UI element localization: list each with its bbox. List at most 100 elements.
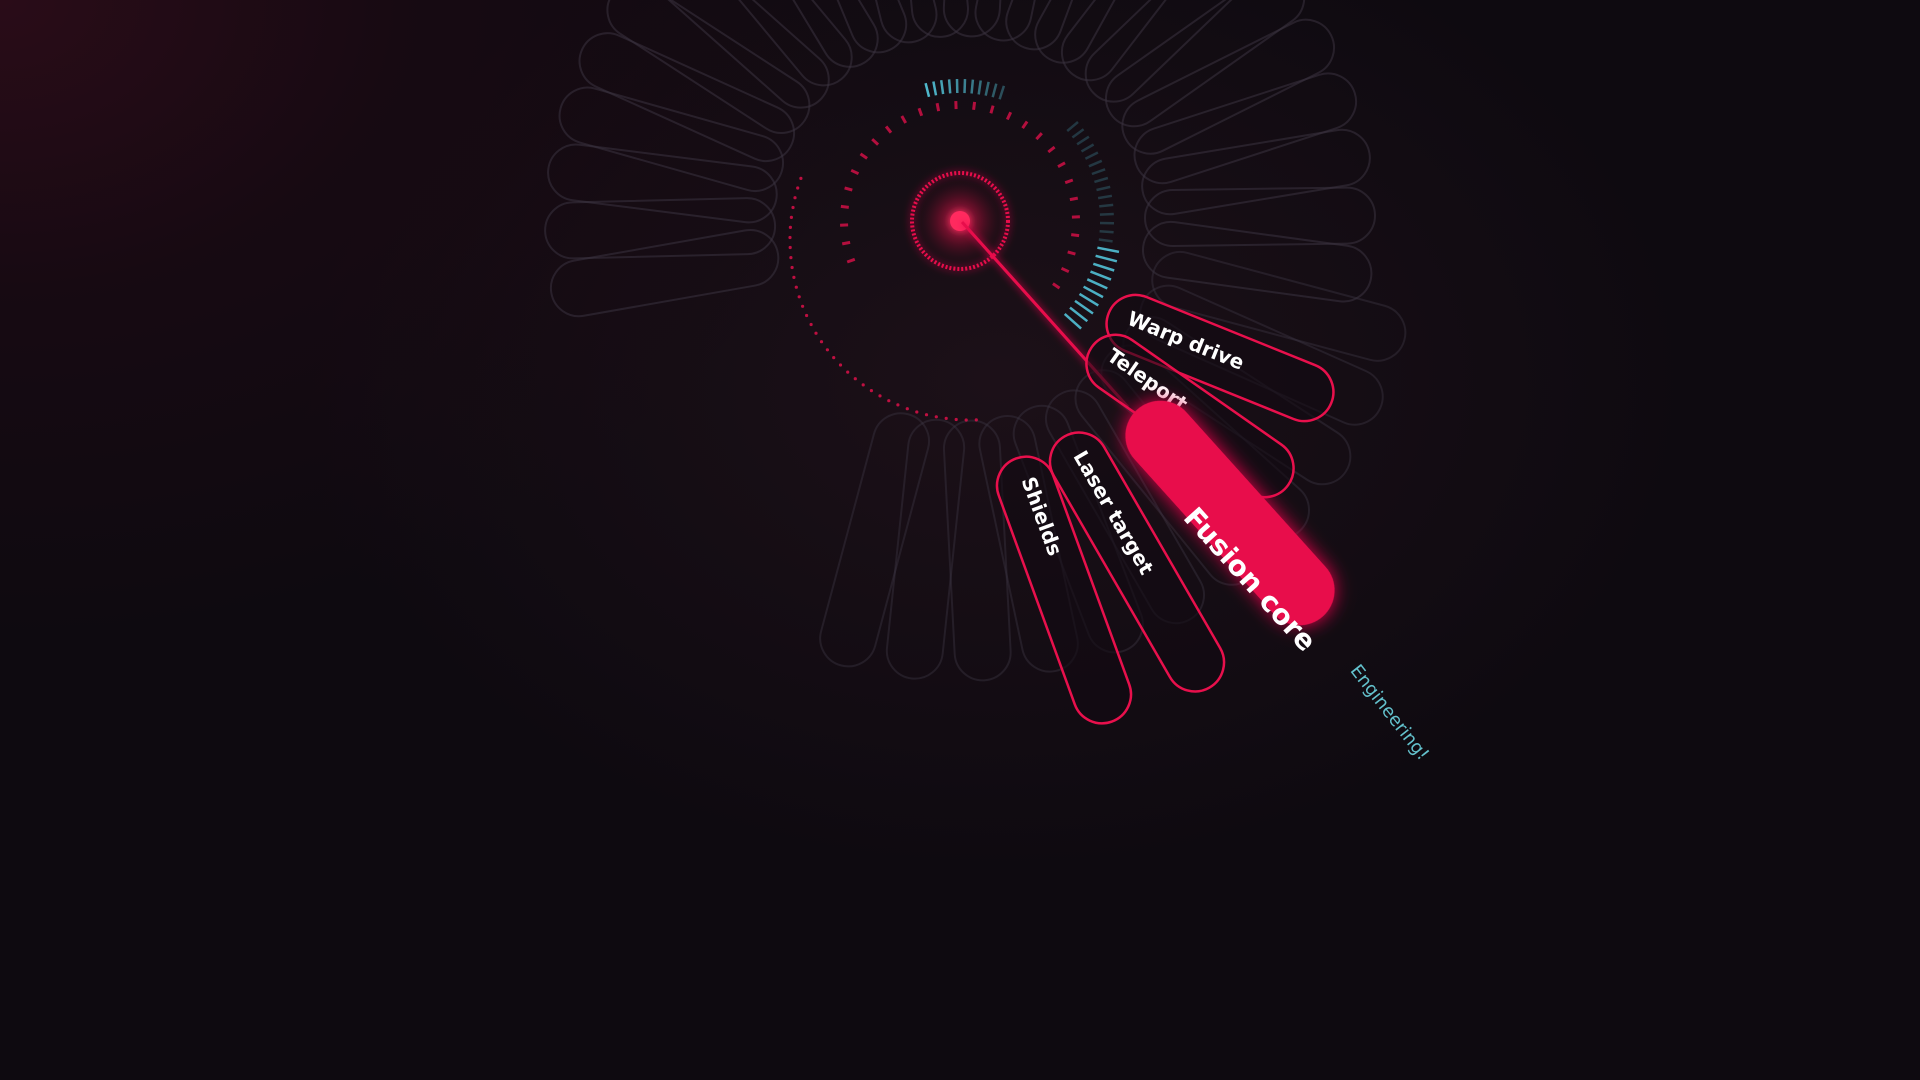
ghost-petal: [558, 86, 785, 192]
status-label: Engineering!: [1346, 661, 1433, 765]
ghost-petal: [1034, 0, 1177, 64]
ghost-petal-outline: [819, 412, 930, 668]
ghost-petal-outline: [782, 0, 908, 54]
dial-tick: [846, 257, 856, 264]
ghost-petal: [1060, 0, 1226, 82]
dial-tick: [844, 186, 853, 192]
dial-tick: [1052, 282, 1061, 290]
dial-tick: [1060, 266, 1070, 274]
dotted-arc-dot: [809, 322, 813, 327]
ghost-petal: [549, 228, 780, 318]
ghost-petal: [1142, 220, 1373, 303]
dial-tick: [1064, 178, 1074, 185]
dial-tick: [884, 125, 893, 134]
dotted-arc-dot: [846, 370, 850, 374]
dial-tick: [1021, 120, 1029, 129]
dial-tick: [871, 138, 880, 146]
dotted-arc-dot: [805, 313, 809, 318]
dial-tick: [972, 101, 977, 110]
dial-tick: [917, 107, 924, 117]
cyan-gauge-tick: [1080, 143, 1095, 153]
cyan-gauge-tick: [1094, 176, 1109, 184]
dotted-arc-dot: [964, 418, 968, 422]
dotted-arc-dot: [954, 417, 958, 422]
dotted-arc-dot: [887, 399, 891, 403]
cyan-gauge-tick: [1097, 194, 1113, 200]
dial-tick: [859, 152, 868, 160]
cyan-gauge-tick: [984, 81, 990, 96]
cyan-gauge-tick: [1076, 135, 1090, 146]
dotted-arc-dot: [838, 363, 843, 367]
dial-tick: [1047, 145, 1056, 154]
cyan-gauge-tick: [1096, 185, 1111, 192]
ghost-petal: [606, 0, 811, 134]
ghost-petal-outline: [1144, 186, 1376, 248]
dotted-arc-dot: [789, 215, 794, 219]
dotted-arc-dot: [814, 331, 818, 335]
ghost-petal: [1144, 186, 1376, 248]
dotted-arc-dot: [789, 256, 793, 260]
dial-tick: [1071, 233, 1080, 238]
ghost-petal-outline: [730, 0, 879, 68]
cyan-gauge-tick: [963, 79, 967, 94]
dotted-arc-dot: [788, 235, 792, 240]
ghost-petal-outline: [1141, 128, 1371, 216]
ghost-petal: [782, 0, 908, 54]
ghost-petal-outline: [1034, 0, 1177, 64]
cyan-gauge-tick: [1088, 159, 1103, 168]
dotted-arc-dot: [790, 265, 794, 270]
ghost-petal: [730, 0, 879, 68]
cyan-gauge-right: [1063, 121, 1120, 330]
ghost-petal: [837, 0, 938, 44]
ghost-petal-outline: [606, 0, 811, 134]
ghost-petal-outline: [1005, 0, 1124, 51]
dial-tick: [1067, 250, 1076, 256]
ghost-petal-outline: [1142, 220, 1373, 303]
dotted-arc-dot: [801, 304, 805, 308]
cyan-gauge-tick: [1086, 278, 1108, 290]
cyan-gauge-tick: [1099, 230, 1114, 234]
ghost-petal: [1121, 18, 1335, 155]
dotted-arc-dot: [791, 205, 795, 210]
cyan-gauge-tick: [947, 79, 952, 94]
cyan-gauge-tick: [977, 80, 982, 95]
cyan-gauge-tick: [1083, 285, 1104, 299]
cyan-gauge-tick: [939, 80, 945, 95]
ghost-petal: [1133, 72, 1358, 185]
dotted-arc-dot: [832, 356, 836, 360]
ghost-petal: [1141, 128, 1371, 216]
ghost-petal-outline: [1060, 0, 1226, 82]
dotted-arc-dot: [944, 416, 948, 420]
ghost-petal-outline: [544, 197, 777, 260]
dotted-arc-dot: [853, 377, 857, 381]
dial-tick: [1005, 111, 1013, 121]
dial-tick: [1069, 196, 1079, 202]
dial-tick: [989, 105, 995, 114]
dotted-arc-dot: [896, 403, 900, 407]
ghost-petal: [1005, 0, 1124, 51]
ghost-petal: [819, 412, 930, 668]
dotted-arc-dot: [788, 245, 792, 250]
cyan-gauge-tick: [1074, 299, 1094, 315]
dotted-arc-dot: [788, 225, 793, 229]
dotted-arc-dot: [797, 295, 801, 299]
cyan-gauge-tick: [1097, 246, 1120, 254]
reticle-icon[interactable]: [910, 171, 1010, 271]
dotted-arc-dot: [825, 348, 830, 352]
dotted-arc-dot: [934, 415, 938, 419]
ghost-petal-outline: [549, 228, 780, 318]
cyan-gauge-tick: [1091, 168, 1106, 176]
cyan-gauge-tick: [1084, 151, 1099, 160]
radial-menu-stage: Warp drive Teleport Fusion core Laser ta…: [544, 0, 1433, 765]
dotted-arc-dot: [915, 410, 919, 414]
dial-tick: [850, 168, 860, 176]
cyan-gauge-tick: [970, 79, 975, 94]
cyan-gauge-tick: [1092, 262, 1115, 272]
cyan-gauge-tick: [1095, 254, 1118, 263]
dotted-arc-dot: [861, 383, 865, 387]
dotted-arc-dot: [924, 413, 929, 417]
ghost-petal-outline: [1133, 72, 1358, 185]
cyan-gauge-tick: [1098, 238, 1113, 243]
dial-tick: [900, 115, 908, 124]
dotted-arc-dot: [792, 275, 796, 279]
